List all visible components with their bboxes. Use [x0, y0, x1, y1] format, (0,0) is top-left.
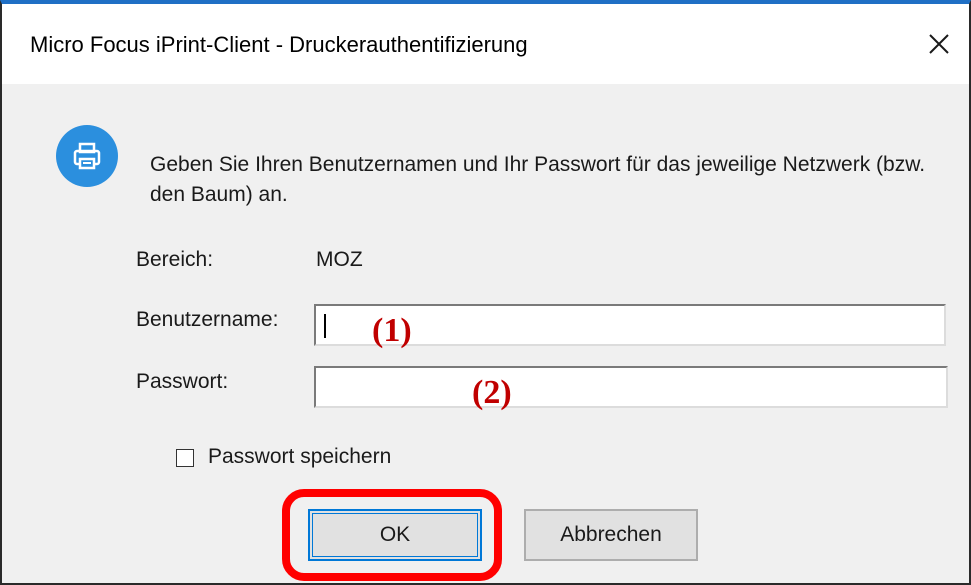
annotation-marker-2: (2)	[472, 374, 512, 411]
title-bar[interactable]: Micro Focus iPrint-Client - Druckerauthe…	[2, 4, 969, 84]
printer-icon	[56, 125, 118, 187]
text-caret	[324, 314, 326, 338]
close-button[interactable]	[915, 18, 963, 70]
close-icon	[929, 34, 949, 54]
auth-dialog-window: Micro Focus iPrint-Client - Druckerauthe…	[0, 0, 971, 585]
cancel-button-label: Abbrechen	[560, 523, 662, 546]
annotation-marker-1: (1)	[372, 312, 412, 349]
password-field[interactable]	[314, 366, 948, 408]
cancel-button[interactable]: Abbrechen	[524, 509, 698, 561]
password-label: Passwort:	[136, 370, 229, 393]
realm-value: MOZ	[316, 248, 363, 271]
save-password-label[interactable]: Passwort speichern	[208, 445, 391, 469]
realm-label: Bereich:	[136, 248, 214, 271]
ok-button-focus-ring	[312, 513, 478, 557]
ok-button[interactable]: OK	[308, 509, 482, 561]
save-password-checkbox[interactable]	[176, 449, 194, 467]
window-title: Micro Focus iPrint-Client - Druckerauthe…	[30, 32, 528, 57]
instruction-message: Geben Sie Ihren Benutzernamen und Ihr Pa…	[150, 153, 926, 206]
username-label: Benutzername:	[136, 308, 279, 331]
dialog-content: Geben Sie Ihren Benutzernamen und Ihr Pa…	[2, 84, 969, 583]
